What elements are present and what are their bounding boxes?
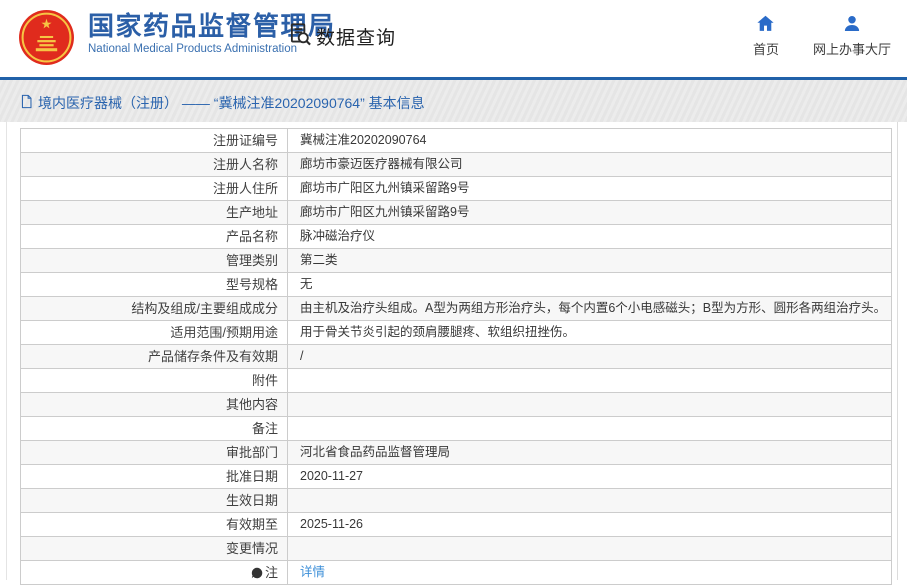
row-value xyxy=(288,393,891,416)
row-value: 2025-11-26 xyxy=(300,517,364,531)
row-value: 廊坊市广阳区九州镇采留路9号 xyxy=(300,205,470,219)
row-label: 生效日期 xyxy=(21,489,288,512)
data-query-section[interactable]: 数据查询 xyxy=(287,21,396,52)
row-value: 用于骨关节炎引起的颈肩腰腿疼、软组织扭挫伤。 xyxy=(300,325,576,339)
row-value xyxy=(288,489,891,512)
table-row: 注册人名称 廊坊市豪迈医疗器械有限公司 xyxy=(21,153,891,177)
row-value: 无 xyxy=(300,277,313,291)
document-icon xyxy=(20,94,33,112)
national-emblem-logo xyxy=(18,9,75,66)
table-row: 审批部门 河北省食品药品监督管理局 xyxy=(21,441,891,465)
breadcrumb-text: 境内医疗器械（注册） —— “冀械注准20202090764” 基本信息 xyxy=(38,95,425,111)
row-label: 有效期至 xyxy=(21,513,288,536)
table-row: 其他内容 xyxy=(21,393,891,417)
table-row: 有效期至 2025-11-26 xyxy=(21,513,891,537)
row-value: 廊坊市广阳区九州镇采留路9号 xyxy=(300,181,470,195)
info-table: 注册证编号 冀械注准20202090764 注册人名称 廊坊市豪迈医疗器械有限公司 注册… xyxy=(20,128,892,585)
row-value: 冀械注准20202090764 xyxy=(300,133,427,147)
row-value: 由主机及治疗头组成。A型为两组方形治疗头，每个内置6个小电感磁头；B型为方形、圆… xyxy=(300,301,887,315)
table-row: 产品名称 脉冲磁治疗仪 xyxy=(21,225,891,249)
row-value xyxy=(288,417,891,440)
row-label: 注 xyxy=(21,561,288,584)
table-row: 备注 xyxy=(21,417,891,441)
row-label: 注册证编号 xyxy=(21,129,288,152)
row-label: 结构及组成/主要组成成分 xyxy=(21,297,288,320)
row-label: 附件 xyxy=(21,369,288,392)
row-value: 详情 xyxy=(288,561,891,584)
row-label: 备注 xyxy=(21,417,288,440)
home-icon xyxy=(756,15,775,35)
document-search-icon xyxy=(287,21,313,52)
row-label: 生产地址 xyxy=(21,201,288,224)
row-label: 注册人住所 xyxy=(21,177,288,200)
nav-label: 网上办事大厅 xyxy=(812,42,891,57)
row-label: 型号规格 xyxy=(21,273,288,296)
row-label: 批准日期 xyxy=(21,465,288,488)
breadcrumb[interactable]: 境内医疗器械（注册） —— “冀械注准20202090764” 基本信息 xyxy=(20,93,425,113)
user-icon xyxy=(843,15,861,35)
content-left-edge xyxy=(6,122,7,580)
row-label: 注册人名称 xyxy=(21,153,288,176)
row-label: 审批部门 xyxy=(21,441,288,464)
site-header: 国家药品监督管理局 National Medical Products Admi… xyxy=(0,0,907,77)
row-label: 变更情况 xyxy=(21,537,288,560)
table-row: 产品储存条件及有效期 / xyxy=(21,345,891,369)
row-value: 第二类 xyxy=(300,253,338,267)
row-value: / xyxy=(300,349,304,363)
table-row: 注册证编号 冀械注准20202090764 xyxy=(21,129,891,153)
row-value: 河北省食品药品监督管理局 xyxy=(300,445,451,459)
table-row: 生产地址 廊坊市广阳区九州镇采留路9号 xyxy=(21,201,891,225)
detail-link[interactable]: 详情 xyxy=(300,565,325,579)
data-query-label: 数据查询 xyxy=(316,28,397,49)
row-value xyxy=(288,537,891,560)
table-row: 批准日期 2020-11-27 xyxy=(21,465,891,489)
row-value xyxy=(288,369,891,392)
note-icon xyxy=(251,563,263,579)
nav-label: 首页 xyxy=(752,42,779,57)
table-row: 附件 xyxy=(21,369,891,393)
table-row: 适用范围/预期用途 用于骨关节炎引起的颈肩腰腿疼、软组织扭挫伤。 xyxy=(21,321,891,345)
row-label: 产品名称 xyxy=(21,225,288,248)
table-row: 注详情 xyxy=(21,561,891,585)
table-row: 结构及组成/主要组成成分 由主机及治疗头组成。A型为两组方形治疗头，每个内置6个小… xyxy=(21,297,891,321)
nav-item-home[interactable]: 首页 xyxy=(753,15,779,58)
row-label: 产品储存条件及有效期 xyxy=(21,345,288,368)
table-row: 生效日期 xyxy=(21,489,891,513)
nav-item-service-hall[interactable]: 网上办事大厅 xyxy=(813,15,891,58)
content-right-edge xyxy=(897,122,898,580)
table-row: 注册人住所 廊坊市广阳区九州镇采留路9号 xyxy=(21,177,891,201)
header-nav: 首页 网上办事大厅 xyxy=(753,15,891,58)
table-row: 管理类别 第二类 xyxy=(21,249,891,273)
row-label: 适用范围/预期用途 xyxy=(21,321,288,344)
row-label: 其他内容 xyxy=(21,393,288,416)
row-label: 管理类别 xyxy=(21,249,288,272)
row-value: 脉冲磁治疗仪 xyxy=(300,229,376,243)
row-value: 廊坊市豪迈医疗器械有限公司 xyxy=(300,157,463,171)
table-row: 型号规格无 xyxy=(21,273,891,297)
table-row: 变更情况 xyxy=(21,537,891,561)
row-value: 2020-11-27 xyxy=(300,469,364,483)
